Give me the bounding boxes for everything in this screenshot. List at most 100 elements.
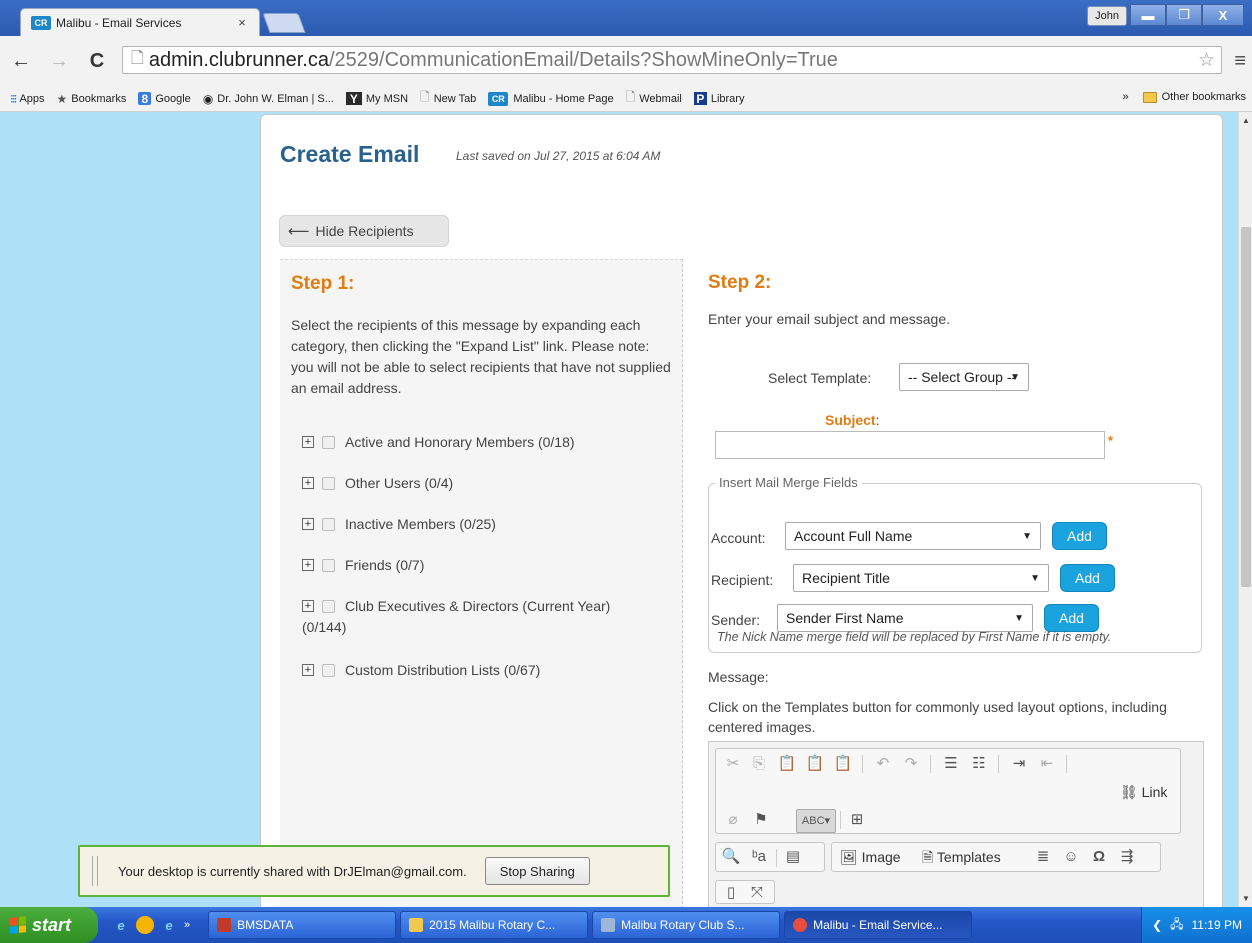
bookmark-webmail[interactable]: 🗋 Webmail bbox=[626, 88, 682, 109]
window-controls: ▬ ❐ X bbox=[1130, 4, 1244, 26]
bookmark-new-tab[interactable]: 🗋 New Tab bbox=[420, 88, 476, 109]
bulleted-list-icon[interactable]: ☷ bbox=[968, 753, 990, 775]
profile-button[interactable]: John bbox=[1087, 6, 1127, 26]
quick-launch-overflow[interactable]: » bbox=[184, 919, 190, 931]
horizontal-rule-icon[interactable]: ≣ bbox=[1032, 846, 1054, 868]
bookmarks-overflow-button[interactable]: » bbox=[1123, 91, 1129, 103]
sender-merge-select[interactable]: Sender First Name ▼ bbox=[777, 604, 1033, 632]
subject-input[interactable] bbox=[715, 431, 1105, 459]
tray-arrow-icon[interactable]: ❮ bbox=[1152, 918, 1162, 932]
copy-icon[interactable]: ⎘ bbox=[748, 753, 770, 775]
task-folder[interactable]: 2015 Malibu Rotary C... bbox=[400, 911, 589, 939]
link-button[interactable]: ⛓ Link bbox=[1120, 781, 1167, 803]
insert-image-button[interactable]: 🖼 Image bbox=[840, 846, 901, 868]
account-merge-select[interactable]: Account Full Name ▼ bbox=[785, 522, 1041, 550]
indent-icon[interactable]: ⇥ bbox=[1008, 753, 1030, 775]
forward-arrow-icon[interactable]: → bbox=[48, 50, 70, 72]
chrome-icon bbox=[793, 918, 808, 932]
address-bar[interactable]: 🗋 admin.clubrunner.ca/2529/Communication… bbox=[122, 46, 1222, 74]
page-scrollbar[interactable]: ▲ ▼ bbox=[1238, 112, 1252, 907]
add-recipient-field-button[interactable]: Add bbox=[1060, 564, 1115, 592]
expand-plus-icon[interactable]: + bbox=[302, 477, 314, 489]
page-icon: 🗋 bbox=[420, 90, 430, 104]
table-icon[interactable]: ⊞ bbox=[846, 809, 868, 831]
smiley-icon[interactable]: ☺ bbox=[1060, 846, 1082, 868]
expand-plus-icon[interactable]: + bbox=[302, 518, 314, 530]
scrollbar-thumb[interactable] bbox=[1241, 227, 1251, 587]
maximize-editor-icon[interactable]: ⤧ bbox=[746, 882, 768, 904]
other-bookmarks[interactable]: Other bookmarks bbox=[1162, 91, 1246, 103]
find-icon[interactable]: 🔍 bbox=[720, 846, 742, 868]
chrome-icon[interactable] bbox=[136, 916, 154, 934]
paste-text-icon[interactable]: 📋 bbox=[804, 753, 826, 775]
menu-icon[interactable]: ≡ bbox=[1234, 50, 1246, 73]
reload-icon[interactable]: C bbox=[86, 50, 108, 72]
stop-sharing-button[interactable]: Stop Sharing bbox=[484, 857, 590, 885]
maximize-button[interactable]: ❐ bbox=[1166, 4, 1202, 26]
tab-close-icon[interactable]: × bbox=[235, 15, 249, 30]
bookmark-msn[interactable]: Y My MSN bbox=[345, 92, 408, 106]
minimize-button[interactable]: ▬ bbox=[1130, 4, 1166, 26]
outdent-icon[interactable]: ⇤ bbox=[1036, 753, 1058, 775]
template-select-value: -- Select Group -- bbox=[908, 369, 1017, 385]
internet-explorer-icon[interactable]: e bbox=[160, 916, 178, 934]
add-account-field-button[interactable]: Add bbox=[1052, 522, 1107, 550]
google-icon: 8 bbox=[138, 92, 152, 106]
unlink-icon[interactable]: ⌀ bbox=[722, 809, 744, 831]
bookmark-library[interactable]: P Library bbox=[693, 92, 744, 106]
bookmark-apps[interactable]: ⁝⁝⁝ Apps bbox=[10, 92, 45, 106]
show-blocks-icon[interactable]: ▯ bbox=[720, 882, 742, 904]
close-window-button[interactable]: X bbox=[1202, 4, 1244, 26]
templates-label: Templates bbox=[936, 849, 1001, 865]
expand-plus-icon[interactable]: + bbox=[302, 664, 314, 676]
browser-tab[interactable]: CR Malibu - Email Services × bbox=[20, 8, 260, 36]
category-checkbox[interactable] bbox=[322, 559, 335, 572]
bookmark-elman[interactable]: ◉ Dr. John W. Elman | S... bbox=[203, 92, 334, 106]
task-bmsdata[interactable]: BMSDATA bbox=[208, 911, 397, 939]
new-tab-button[interactable] bbox=[262, 13, 306, 33]
redo-icon[interactable]: ↷ bbox=[900, 753, 922, 775]
expand-plus-icon[interactable]: + bbox=[302, 559, 314, 571]
category-checkbox[interactable] bbox=[322, 436, 335, 449]
recipient-merge-select[interactable]: Recipient Title ▼ bbox=[793, 564, 1049, 592]
select-all-icon[interactable]: ▤ bbox=[782, 846, 804, 868]
internet-explorer-icon[interactable]: e bbox=[112, 916, 130, 934]
page-break-icon[interactable]: ⇶ bbox=[1116, 846, 1138, 868]
clock[interactable]: 11:19 PM bbox=[1192, 918, 1242, 932]
category-checkbox[interactable] bbox=[322, 664, 335, 677]
scroll-up-icon[interactable]: ▲ bbox=[1239, 116, 1252, 125]
toolbar-separator bbox=[998, 755, 999, 773]
windows-taskbar: start e e » BMSDATA 2015 Malibu Rotary C… bbox=[0, 907, 1252, 943]
task-chrome[interactable]: Malibu - Email Service... bbox=[784, 911, 973, 939]
anchor-flag-icon[interactable]: ⚑ bbox=[750, 809, 772, 831]
cut-icon[interactable]: ✂ bbox=[722, 753, 744, 775]
network-icon[interactable]: 🖧 bbox=[1170, 915, 1183, 936]
expand-plus-icon[interactable]: + bbox=[302, 600, 314, 612]
paste-word-icon[interactable]: 📋 bbox=[832, 753, 854, 775]
spellcheck-icon[interactable]: ABC▾ bbox=[796, 809, 836, 833]
replace-icon[interactable]: ᵇa bbox=[748, 846, 770, 868]
template-select[interactable]: -- Select Group -- ▼ bbox=[899, 363, 1029, 391]
category-checkbox[interactable] bbox=[322, 477, 335, 490]
scroll-down-icon[interactable]: ▼ bbox=[1239, 894, 1252, 903]
category-checkbox[interactable] bbox=[322, 518, 335, 531]
document-icon bbox=[601, 918, 616, 932]
category-label: Custom Distribution Lists (0/67) bbox=[345, 662, 541, 678]
add-sender-field-button[interactable]: Add bbox=[1044, 604, 1099, 632]
bookmark-star-icon[interactable]: ☆ bbox=[1198, 49, 1215, 72]
category-checkbox[interactable] bbox=[322, 600, 335, 613]
undo-icon[interactable]: ↶ bbox=[872, 753, 894, 775]
paste-icon[interactable]: 📋 bbox=[776, 753, 798, 775]
special-character-icon[interactable]: Ω bbox=[1088, 846, 1110, 868]
hide-recipients-button[interactable]: ⟵ Hide Recipients bbox=[279, 215, 449, 247]
task-document[interactable]: Malibu Rotary Club S... bbox=[592, 911, 781, 939]
numbered-list-icon[interactable]: ☰ bbox=[940, 753, 962, 775]
start-button[interactable]: start bbox=[0, 907, 98, 943]
bookmark-bookmarks[interactable]: ★ Bookmarks bbox=[57, 92, 127, 106]
bookmark-google[interactable]: 8 Google bbox=[138, 92, 191, 106]
expand-plus-icon[interactable]: + bbox=[302, 436, 314, 448]
back-arrow-icon[interactable]: ← bbox=[10, 50, 32, 72]
drag-handle[interactable] bbox=[92, 856, 98, 886]
bookmark-malibu-home[interactable]: CR Malibu - Home Page bbox=[488, 91, 614, 106]
templates-button[interactable]: 🗎 Templates bbox=[922, 846, 1001, 868]
